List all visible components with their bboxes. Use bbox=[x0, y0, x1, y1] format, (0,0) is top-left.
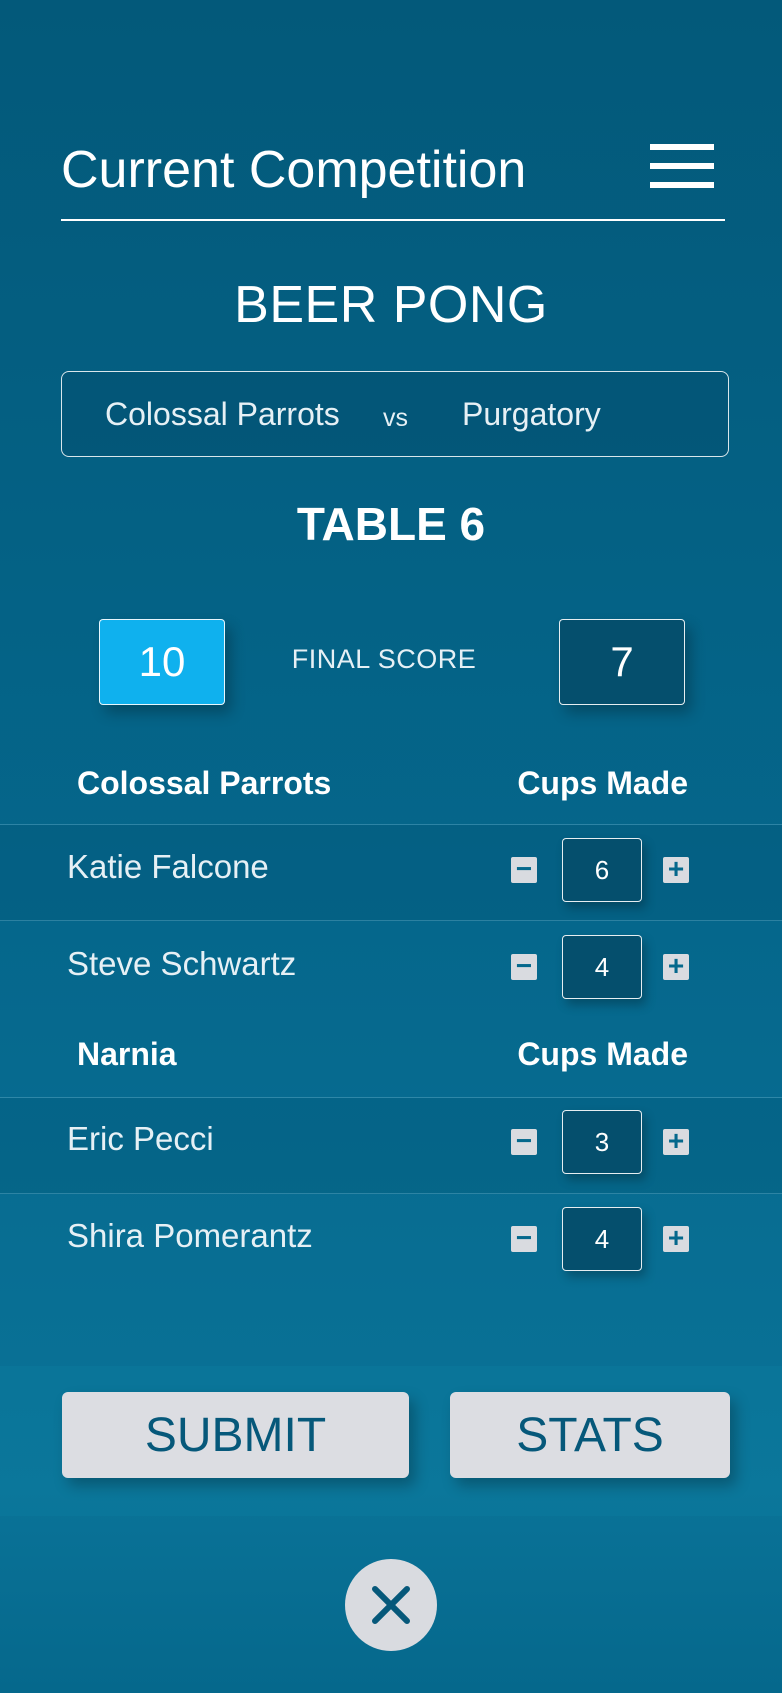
player-name: Eric Pecci bbox=[67, 1120, 214, 1157]
game-name: BEER PONG bbox=[234, 276, 548, 334]
player-name: Steve Schwartz bbox=[67, 945, 297, 982]
increment-button[interactable]: + bbox=[663, 855, 689, 883]
final-score-label: FINAL SCORE bbox=[291, 644, 477, 674]
team-heading: Colossal Parrots bbox=[77, 765, 332, 801]
row-divider bbox=[0, 1193, 782, 1194]
matchup-vs: vs bbox=[383, 404, 408, 432]
cups-input[interactable]: 4 bbox=[562, 935, 642, 999]
close-button[interactable] bbox=[345, 1559, 437, 1651]
cups-input[interactable]: 6 bbox=[562, 838, 642, 902]
matchup-team-a: Colossal Parrots bbox=[105, 396, 340, 432]
cups-input[interactable]: 4 bbox=[562, 1207, 642, 1271]
cups-input[interactable]: 3 bbox=[562, 1110, 642, 1174]
decrement-button[interactable]: − bbox=[511, 952, 537, 980]
decrement-button[interactable]: − bbox=[511, 1127, 537, 1155]
page-title: Current Competition bbox=[61, 141, 527, 199]
close-icon bbox=[372, 1586, 410, 1624]
player-name: Katie Falcone bbox=[67, 848, 269, 885]
stats-button[interactable]: STATS bbox=[450, 1392, 730, 1478]
matchup-team-b: Purgatory bbox=[462, 396, 601, 432]
title-divider bbox=[61, 219, 725, 221]
player-name: Shira Pomerantz bbox=[67, 1217, 313, 1254]
table-label: TABLE 6 bbox=[296, 498, 486, 550]
increment-button[interactable]: + bbox=[663, 1224, 689, 1252]
row-divider bbox=[0, 920, 782, 921]
decrement-button[interactable]: − bbox=[511, 1224, 537, 1252]
score-left: 10 bbox=[99, 619, 225, 705]
increment-button[interactable]: + bbox=[663, 952, 689, 980]
hamburger-menu-icon[interactable] bbox=[650, 144, 716, 188]
submit-button[interactable]: SUBMIT bbox=[62, 1392, 409, 1478]
score-right: 7 bbox=[559, 619, 685, 705]
cups-made-heading: Cups Made bbox=[517, 1036, 688, 1072]
increment-button[interactable]: + bbox=[663, 1127, 689, 1155]
cups-made-heading: Cups Made bbox=[517, 765, 688, 801]
decrement-button[interactable]: − bbox=[511, 855, 537, 883]
team-heading: Narnia bbox=[77, 1036, 177, 1072]
